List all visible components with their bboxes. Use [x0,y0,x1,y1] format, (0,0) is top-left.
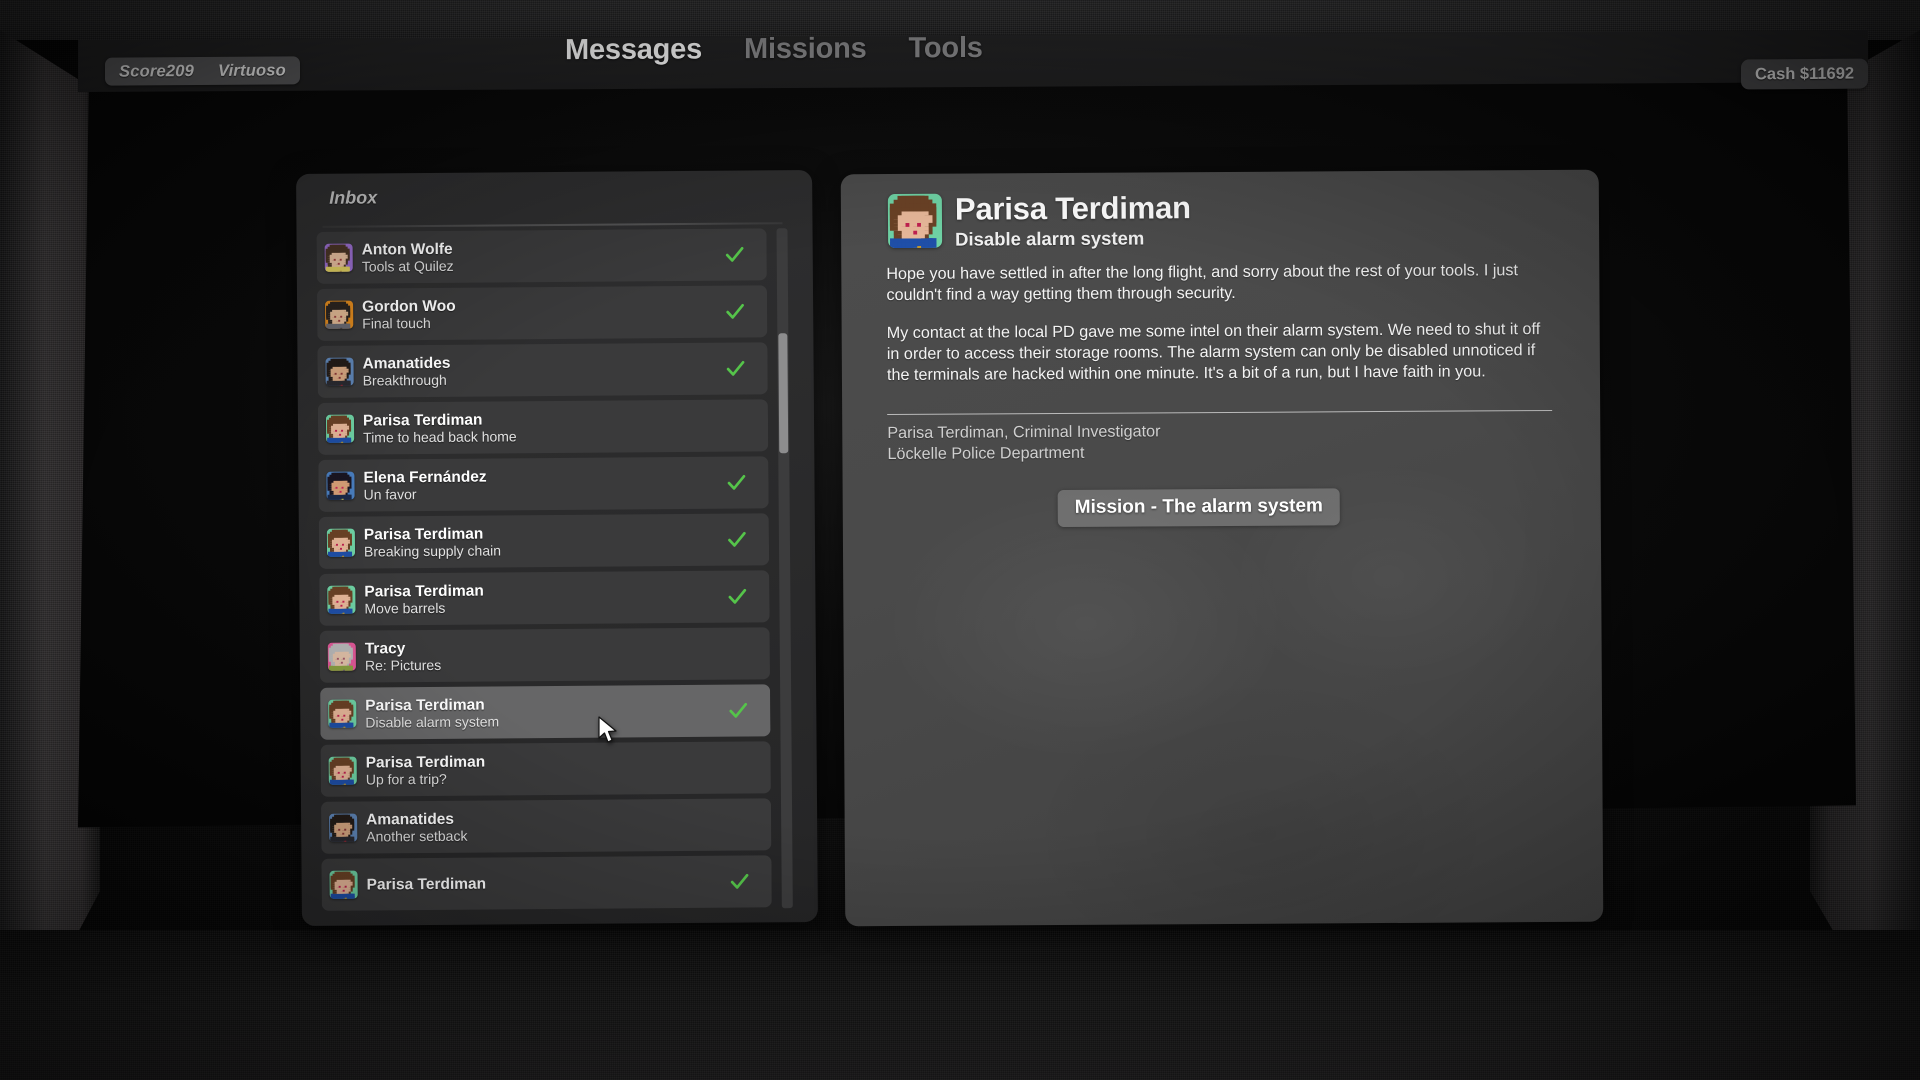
message-sender: Amanatides [362,354,451,373]
message-text: Parisa Terdiman [367,875,487,893]
message-sender: Amanatides [366,810,455,829]
message-subject: Disable alarm system [365,712,500,731]
message-avatar [325,300,354,329]
message-subject: Disable alarm system [955,227,1145,250]
message-sender: Gordon Woo [362,297,456,316]
main-navigation: Messages Missions Tools [565,32,983,67]
message-avatar [328,699,357,728]
inbox-message-row[interactable]: Tracy Re: Pictures [319,627,771,683]
message-subject: Time to head back home [363,427,517,446]
read-check-icon [730,871,750,891]
message-avatar [327,585,356,614]
message-sender: Parisa Terdiman [363,525,484,544]
inbox-panel: Inbox Anton Wolfe Tools at Quilez Gordon W… [296,169,818,927]
message-text: Parisa Terdiman Breaking supply chain [364,525,501,559]
inbox-message-row[interactable]: Parisa Terdiman [321,855,772,911]
inbox-message-row[interactable]: Parisa Terdiman Move barrels [319,570,770,626]
message-avatar [325,357,354,386]
tab-missions[interactable]: Missions [744,33,867,67]
message-sender: Tracy [364,639,406,658]
read-check-icon [727,587,747,607]
message-paragraph: Hope you have settled in after the long … [886,261,1519,305]
message-subject: Tools at Quilez [361,257,454,275]
inbox-message-row[interactable]: Gordon Woo Final touch [316,285,768,341]
message-subject: Un favor [363,485,417,503]
read-check-icon [727,530,747,550]
message-subject: Final touch [362,314,431,332]
message-sender: Anton Wolfe [361,240,453,259]
signature-department: Löckelle Police Department [887,443,1085,464]
inbox-divider [322,222,783,228]
message-avatar [326,471,355,500]
message-text: Parisa Terdiman Disable alarm system [365,696,499,730]
inbox-message-row[interactable]: Elena Fernández Un favor [318,456,769,512]
read-check-icon [726,359,746,379]
inbox-title: Inbox [329,187,378,208]
message-subject: Another setback [366,827,468,845]
message-sender: Elena Fernández [363,468,487,487]
inbox-message-row[interactable]: Amanatides Breakthrough [317,342,768,398]
message-text: Tracy Re: Pictures [365,639,442,673]
cash-value: Cash $11692 [1754,64,1854,83]
message-sender: Parisa Terdiman [362,411,483,430]
message-text: Anton Wolfe Tools at Quilez [362,240,454,274]
signature-divider [887,409,1553,416]
inbox-message-row[interactable]: Amanatides Another setback [320,798,772,854]
message-text: Amanatides Another setback [366,810,467,844]
inbox-message-row[interactable]: Parisa Terdiman Disable alarm system [320,684,771,740]
message-text: Parisa Terdiman Up for a trip? [366,753,486,787]
read-check-icon [728,701,748,721]
message-avatar [329,870,358,899]
read-check-icon [725,245,745,265]
score-value: Score209 [119,61,194,81]
inbox-scrollbar-thumb[interactable] [778,333,789,454]
message-sender: Parisa Terdiman [366,875,487,894]
message-avatar [328,756,357,785]
message-text: Gordon Woo Final touch [362,297,456,331]
message-signature: Parisa Terdiman, Criminal Investigator L… [887,421,1160,465]
tab-tools[interactable]: Tools [909,32,983,65]
message-subject: Breaking supply chain [363,541,502,560]
message-body: Hope you have settled in after the long … [886,260,1549,403]
inbox-message-row[interactable]: Parisa Terdiman Breaking supply chain [318,513,770,569]
sender-avatar [887,193,943,249]
mission-button[interactable]: Mission - The alarm system [1057,488,1341,528]
message-text: Elena Fernández Un favor [363,468,486,502]
message-avatar [324,243,353,272]
message-subject: Breakthrough [362,371,447,389]
message-sender: Parisa Terdiman [365,696,485,715]
read-check-icon [726,473,746,493]
message-sender: Parisa Terdiman [364,582,484,601]
signature-name: Parisa Terdiman, Criminal Investigator [887,422,1161,443]
score-badge: Score209 Virtuoso [105,56,300,86]
message-text: Parisa Terdiman Move barrels [364,582,484,616]
message-sender-name: Parisa Terdiman [954,190,1191,227]
message-subject: Up for a trip? [365,770,447,788]
inbox-message-list[interactable]: Anton Wolfe Tools at Quilez Gordon Woo Fina… [316,228,772,922]
message-header: Parisa Terdiman Disable alarm system [887,190,1191,251]
rank-value: Virtuoso [218,60,286,80]
cash-badge: Cash $11692 [1740,58,1868,90]
tab-messages[interactable]: Messages [565,33,702,67]
message-sender: Parisa Terdiman [365,753,486,772]
message-subject: Re: Pictures [364,656,442,674]
message-text: Parisa Terdiman Time to head back home [363,411,517,445]
message-text: Amanatides Breakthrough [362,354,450,388]
inbox-message-row[interactable]: Parisa Terdiman Up for a trip? [320,741,771,797]
message-avatar [329,813,358,842]
message-subject: Move barrels [364,599,446,617]
message-avatar [325,414,355,443]
inbox-message-row[interactable]: Parisa Terdiman Time to head back home [317,399,769,455]
inbox-scrollbar-track[interactable] [776,228,793,909]
read-check-icon [725,302,745,322]
message-detail-panel: Parisa Terdiman Disable alarm system Hop… [840,169,1604,927]
room-floor [0,930,1920,1080]
message-avatar [326,528,356,557]
inbox-message-row[interactable]: Anton Wolfe Tools at Quilez [316,228,767,284]
game-scene: Score209 Virtuoso Messages Missions Tool… [0,0,1920,1080]
message-paragraph: My contact at the local PD gave me some … [886,320,1541,385]
message-avatar [327,642,356,671]
